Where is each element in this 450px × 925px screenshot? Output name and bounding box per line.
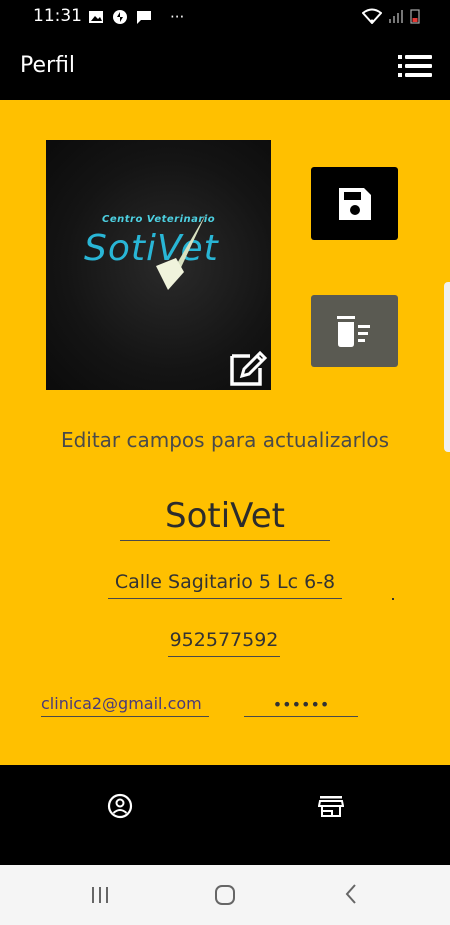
logo-needle-icon xyxy=(156,214,206,290)
save-button[interactable] xyxy=(311,167,398,240)
wifi-icon xyxy=(362,8,382,24)
signal-icon xyxy=(389,10,403,23)
name-field[interactable] xyxy=(120,492,330,541)
sync-icon xyxy=(113,10,127,24)
system-status-icons xyxy=(362,8,420,24)
recent-apps-icon[interactable] xyxy=(90,885,110,905)
battery-icon xyxy=(410,9,420,24)
dot xyxy=(392,598,394,600)
edit-hint: Editar campos para actualizarlos xyxy=(60,428,390,452)
message-icon xyxy=(137,11,151,24)
image-icon xyxy=(89,11,103,23)
delete-button[interactable] xyxy=(311,295,398,367)
list-menu-icon[interactable] xyxy=(398,54,432,78)
page-title: Perfil xyxy=(20,53,76,78)
email-field[interactable] xyxy=(41,690,209,717)
status-time: 11:31 xyxy=(33,6,82,26)
edge-panel-handle[interactable] xyxy=(444,282,450,452)
edit-image-icon[interactable] xyxy=(228,348,268,388)
bottom-navigation xyxy=(0,765,450,865)
save-icon xyxy=(338,187,371,220)
account-circle-icon[interactable] xyxy=(107,793,133,819)
phone-field[interactable] xyxy=(168,624,280,657)
address-field[interactable] xyxy=(108,566,342,599)
home-icon[interactable] xyxy=(214,884,236,906)
back-icon[interactable] xyxy=(344,883,358,905)
status-bar: 11:31 ··· xyxy=(0,0,450,32)
app-bar: Perfil xyxy=(0,32,450,100)
store-icon[interactable] xyxy=(318,793,344,819)
more-notifications: ··· xyxy=(170,8,185,26)
delete-sweep-icon xyxy=(336,316,370,347)
password-field[interactable] xyxy=(244,692,358,717)
system-navigation-bar xyxy=(0,865,450,925)
notification-icons: ··· xyxy=(88,8,184,26)
